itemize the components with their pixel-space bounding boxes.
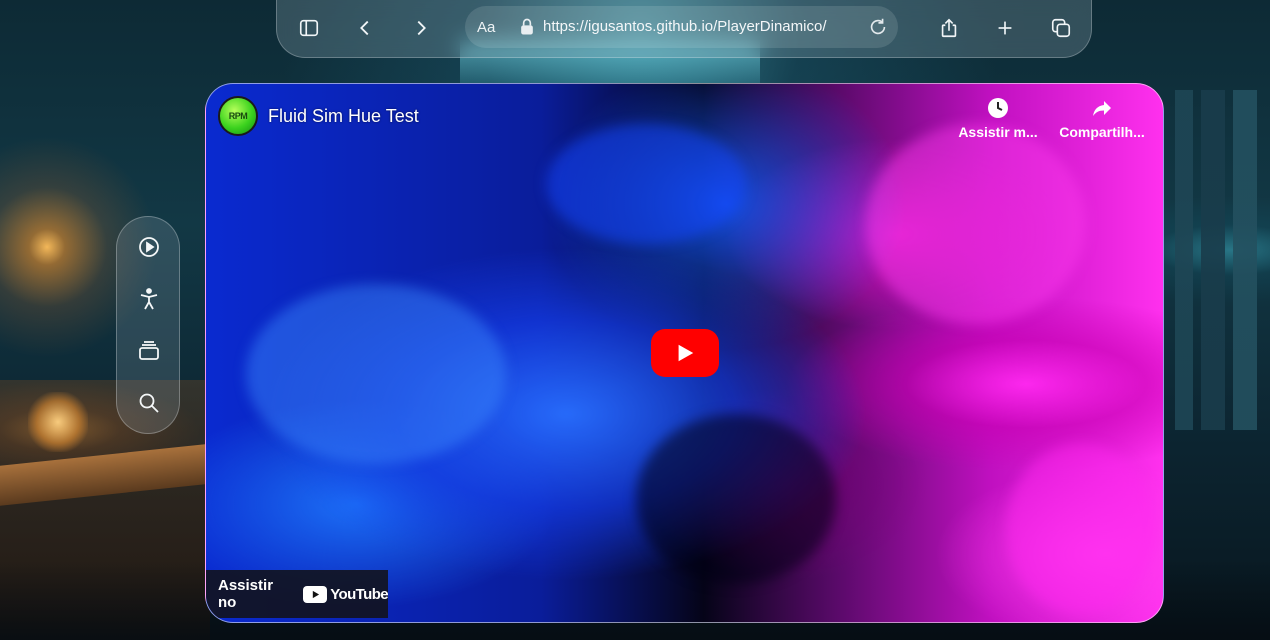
youtube-play-button[interactable] [651, 329, 719, 377]
background-lamp [28, 392, 88, 452]
play-button-side[interactable] [135, 233, 163, 261]
new-tab-button[interactable] [987, 10, 1023, 46]
reload-icon[interactable] [867, 16, 889, 38]
youtube-wordmark: YouTube [330, 585, 388, 603]
text-size-button[interactable]: Aa [477, 19, 495, 36]
share-video-label: Compartilh... [1059, 124, 1145, 140]
background-city [1165, 90, 1270, 430]
clock-icon [988, 98, 1008, 118]
chevron-right-icon [417, 20, 426, 36]
share-arrow-icon [1093, 101, 1111, 116]
watch-later-button[interactable]: Assistir m... [955, 96, 1041, 140]
channel-avatar[interactable]: RPM [218, 96, 258, 136]
share-button[interactable] [931, 10, 967, 46]
back-button[interactable] [347, 10, 383, 46]
stack-button[interactable] [135, 337, 163, 365]
side-toolbar [116, 216, 180, 434]
accessibility-icon [140, 288, 158, 310]
plus-icon [998, 21, 1012, 35]
watch-on-youtube-button[interactable]: Assistir no YouTube [206, 570, 389, 618]
lock-icon [521, 18, 533, 35]
search-icon [139, 393, 159, 413]
play-circle-icon [139, 237, 159, 257]
sidebar-icon [299, 19, 319, 37]
background-desk [0, 444, 205, 506]
sidebar-toggle-button[interactable] [291, 10, 327, 46]
video-title[interactable]: Fluid Sim Hue Test [268, 106, 419, 127]
share-icon [941, 18, 957, 38]
browser-toolbar: Aa https://igusantos.github.io/PlayerDin… [276, 0, 1092, 58]
fluid-swirl [1006, 444, 1156, 614]
fluid-swirl [866, 124, 1086, 324]
fluid-swirl [546, 124, 746, 244]
forward-button[interactable] [403, 10, 439, 46]
watch-on-label: Assistir no [218, 577, 274, 611]
search-button[interactable] [135, 389, 163, 417]
background-shelf [0, 380, 210, 640]
play-icon [678, 344, 694, 362]
accessibility-button[interactable] [135, 285, 163, 313]
watch-later-label: Assistir m... [958, 124, 1038, 140]
chevron-left-icon [360, 20, 369, 36]
tabs-icon [1051, 18, 1071, 38]
fluid-swirl [246, 284, 506, 464]
tabs-overview-button[interactable] [1043, 10, 1079, 46]
url-text[interactable]: https://igusantos.github.io/PlayerDinami… [543, 18, 826, 35]
youtube-logo: YouTube [303, 585, 389, 603]
address-bar[interactable]: Aa https://igusantos.github.io/PlayerDin… [465, 6, 898, 48]
share-video-button[interactable]: Compartilh... [1059, 96, 1145, 140]
video-player[interactable]: RPM Fluid Sim Hue Test Assistir m... Com… [205, 83, 1164, 623]
stack-icon [139, 341, 159, 360]
channel-avatar-text: RPM [228, 111, 248, 121]
fluid-swirl [636, 414, 836, 584]
youtube-logo-icon [303, 585, 328, 603]
